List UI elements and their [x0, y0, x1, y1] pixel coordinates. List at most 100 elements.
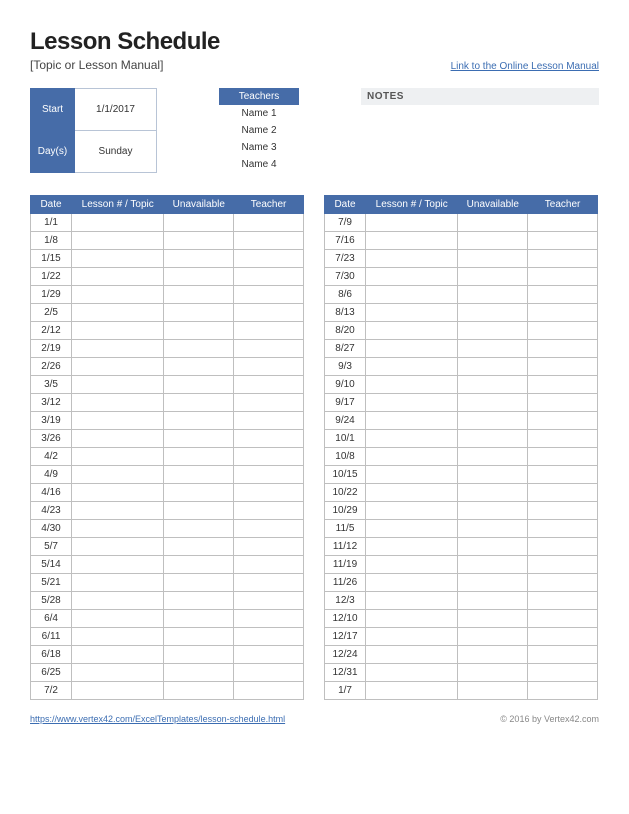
empty-cell	[72, 502, 164, 520]
date-cell: 3/12	[31, 394, 72, 412]
empty-cell	[458, 646, 528, 664]
teacher-name: Name 1	[219, 105, 299, 122]
footer-source-link[interactable]: https://www.vertex42.com/ExcelTemplates/…	[30, 714, 285, 724]
empty-cell	[528, 610, 598, 628]
col-teacher: Teacher	[234, 196, 304, 214]
table-row: 7/2	[31, 682, 304, 700]
date-cell: 9/17	[325, 394, 366, 412]
table-row: 4/30	[31, 520, 304, 538]
empty-cell	[528, 268, 598, 286]
empty-cell	[366, 520, 458, 538]
date-cell: 12/31	[325, 664, 366, 682]
empty-cell	[72, 592, 164, 610]
empty-cell	[366, 250, 458, 268]
empty-cell	[234, 484, 304, 502]
empty-cell	[72, 214, 164, 232]
date-cell: 6/4	[31, 610, 72, 628]
empty-cell	[164, 574, 234, 592]
table-row: 12/10	[325, 610, 598, 628]
col-unavailable: Unavailable	[164, 196, 234, 214]
date-cell: 10/29	[325, 502, 366, 520]
online-manual-link[interactable]: Link to the Online Lesson Manual	[451, 61, 599, 72]
col-topic: Lesson # / Topic	[72, 196, 164, 214]
empty-cell	[366, 466, 458, 484]
empty-cell	[366, 628, 458, 646]
empty-cell	[366, 502, 458, 520]
date-cell: 10/1	[325, 430, 366, 448]
empty-cell	[72, 646, 164, 664]
empty-cell	[234, 268, 304, 286]
empty-cell	[164, 646, 234, 664]
date-cell: 1/15	[31, 250, 72, 268]
table-row: 11/19	[325, 556, 598, 574]
days-label: Day(s)	[31, 131, 75, 173]
date-cell: 6/11	[31, 628, 72, 646]
empty-cell	[458, 502, 528, 520]
empty-cell	[458, 520, 528, 538]
date-cell: 4/2	[31, 448, 72, 466]
teachers-header: Teachers	[219, 88, 299, 105]
empty-cell	[528, 448, 598, 466]
empty-cell	[234, 574, 304, 592]
empty-cell	[366, 682, 458, 700]
table-row: 3/19	[31, 412, 304, 430]
empty-cell	[528, 592, 598, 610]
empty-cell	[164, 520, 234, 538]
date-cell: 7/16	[325, 232, 366, 250]
empty-cell	[528, 484, 598, 502]
empty-cell	[164, 268, 234, 286]
empty-cell	[72, 412, 164, 430]
table-row: 5/28	[31, 592, 304, 610]
empty-cell	[164, 682, 234, 700]
date-cell: 10/8	[325, 448, 366, 466]
date-cell: 8/27	[325, 340, 366, 358]
empty-cell	[164, 466, 234, 484]
date-cell: 12/10	[325, 610, 366, 628]
table-row: 7/23	[325, 250, 598, 268]
teacher-name: Name 3	[219, 139, 299, 156]
empty-cell	[72, 664, 164, 682]
empty-cell	[234, 322, 304, 340]
col-topic: Lesson # / Topic	[366, 196, 458, 214]
empty-cell	[72, 232, 164, 250]
empty-cell	[528, 286, 598, 304]
empty-cell	[528, 664, 598, 682]
date-cell: 7/23	[325, 250, 366, 268]
date-cell: 11/12	[325, 538, 366, 556]
empty-cell	[528, 394, 598, 412]
table-row: 9/17	[325, 394, 598, 412]
empty-cell	[164, 232, 234, 250]
table-row: 7/16	[325, 232, 598, 250]
empty-cell	[366, 286, 458, 304]
date-cell: 5/28	[31, 592, 72, 610]
empty-cell	[234, 556, 304, 574]
date-cell: 5/21	[31, 574, 72, 592]
subtitle: [Topic or Lesson Manual]	[30, 58, 163, 72]
empty-cell	[458, 304, 528, 322]
table-row: 12/17	[325, 628, 598, 646]
empty-cell	[72, 376, 164, 394]
empty-cell	[528, 628, 598, 646]
empty-cell	[72, 484, 164, 502]
page-title: Lesson Schedule	[30, 28, 599, 56]
empty-cell	[458, 232, 528, 250]
col-date: Date	[325, 196, 366, 214]
empty-cell	[164, 394, 234, 412]
table-row: 8/6	[325, 286, 598, 304]
empty-cell	[72, 394, 164, 412]
table-row: 12/31	[325, 664, 598, 682]
notes-header: NOTES	[361, 88, 599, 105]
table-row: 6/18	[31, 646, 304, 664]
empty-cell	[234, 430, 304, 448]
empty-cell	[528, 214, 598, 232]
footer-copyright: © 2016 by Vertex42.com	[500, 714, 599, 724]
date-cell: 2/19	[31, 340, 72, 358]
empty-cell	[234, 412, 304, 430]
empty-cell	[458, 358, 528, 376]
table-row: 1/8	[31, 232, 304, 250]
empty-cell	[72, 556, 164, 574]
empty-cell	[366, 322, 458, 340]
date-cell: 1/7	[325, 682, 366, 700]
empty-cell	[458, 214, 528, 232]
empty-cell	[72, 430, 164, 448]
